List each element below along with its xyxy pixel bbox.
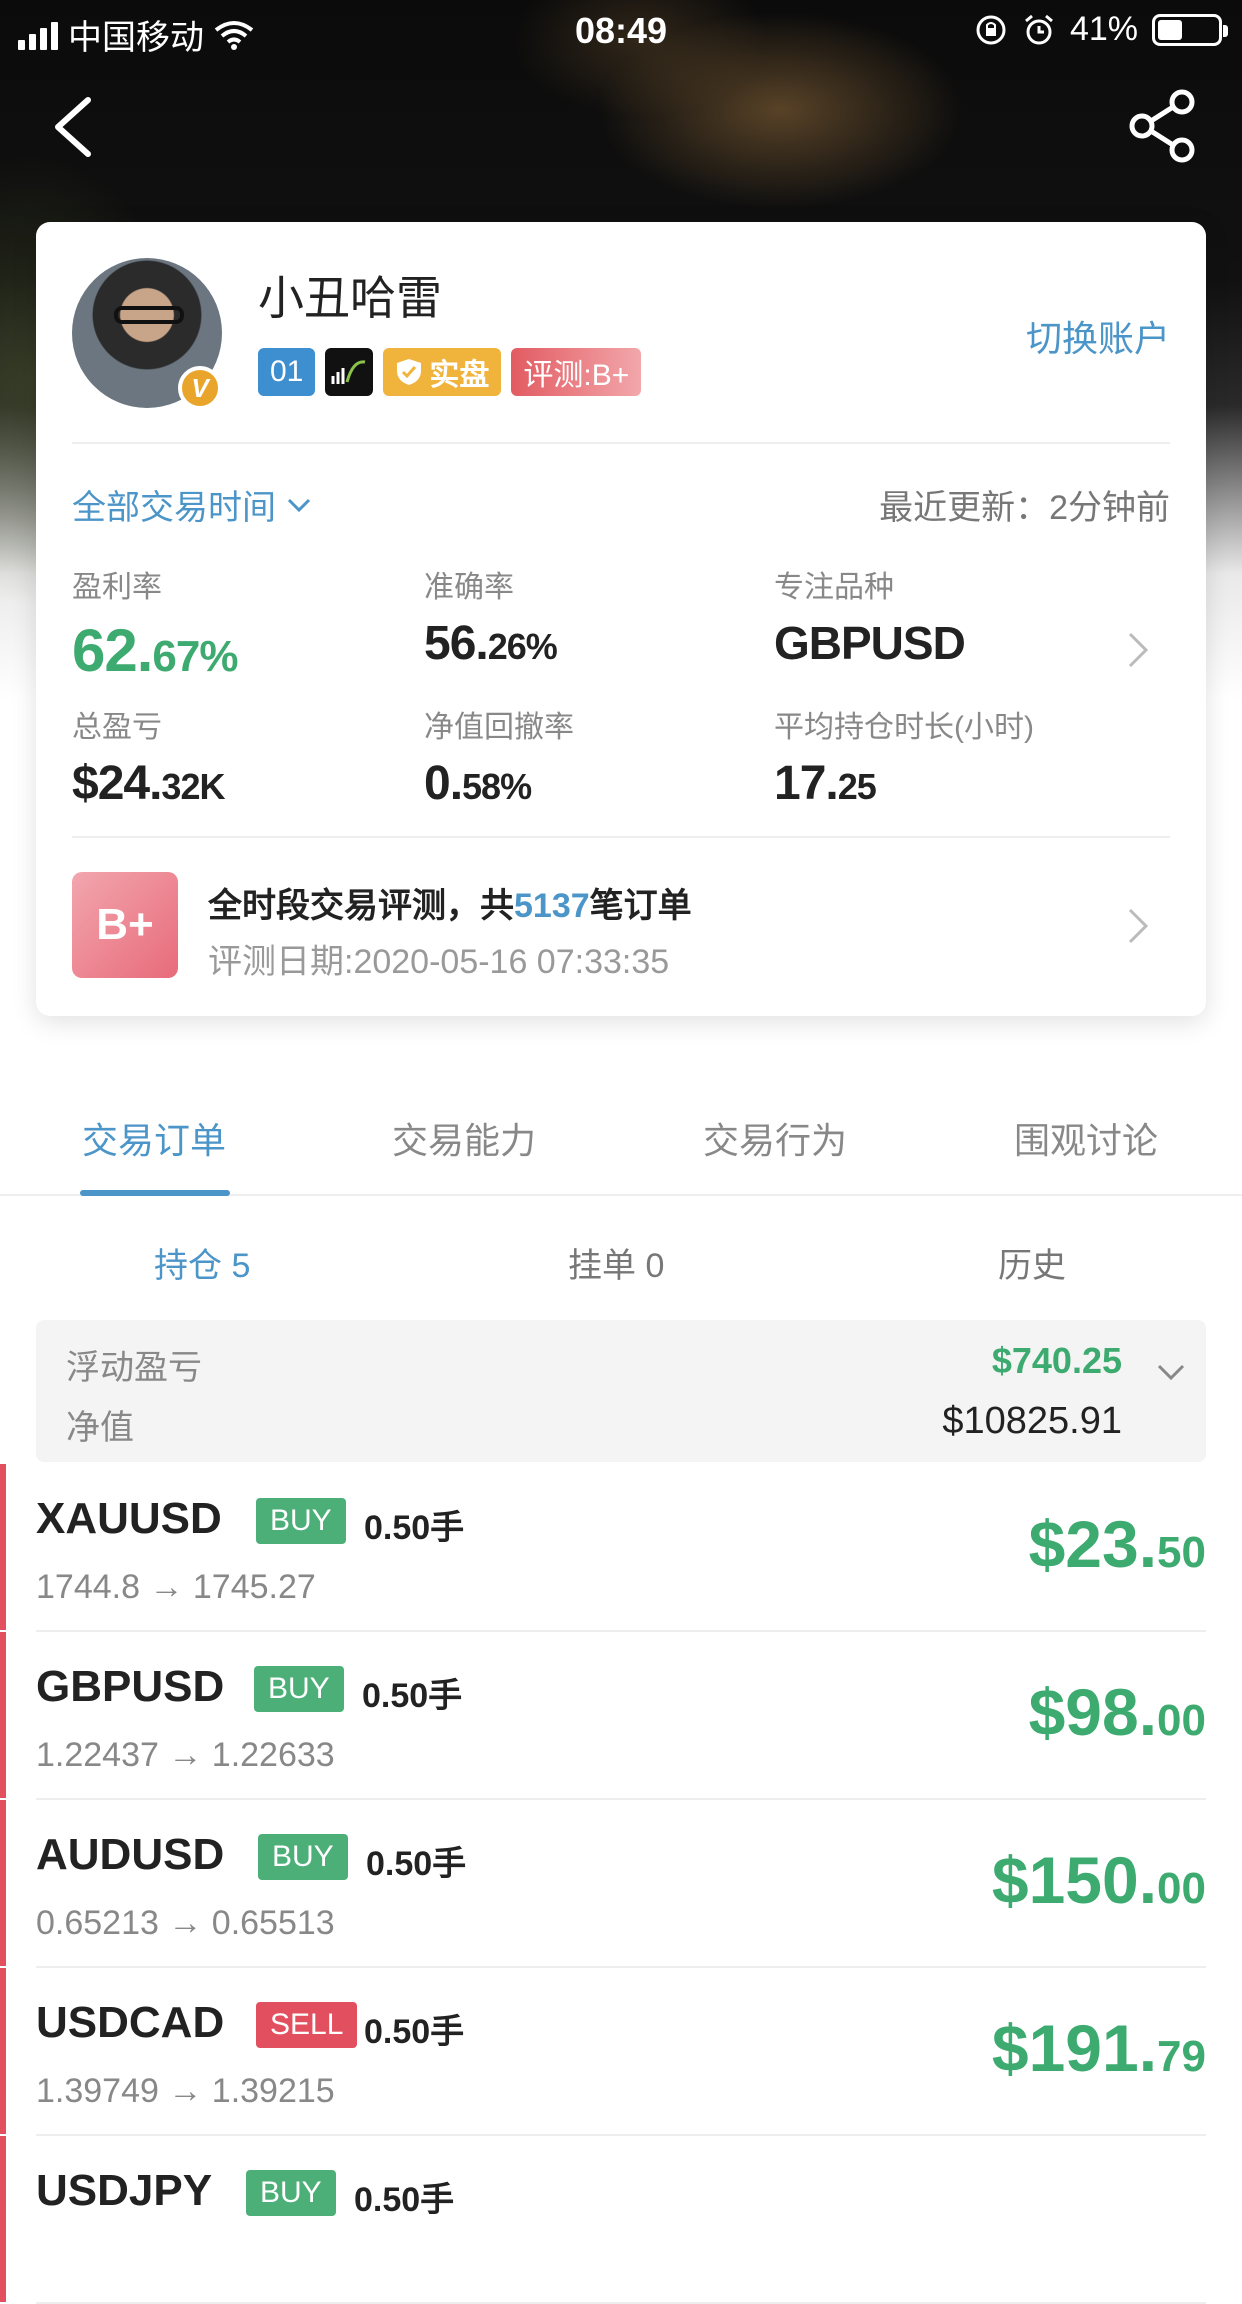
divider xyxy=(72,836,1170,838)
real-account-badge: 实盘 xyxy=(383,348,502,396)
subtab-positions[interactable]: 持仓 5 xyxy=(154,1238,250,1287)
tab-behavior[interactable]: 交易行为 xyxy=(703,1112,847,1164)
position-row[interactable]: XAUUSD BUY 0.50手 1744.8 → 1745.27 $23.50 xyxy=(0,1464,1242,1632)
back-arrow-icon[interactable] xyxy=(44,92,104,162)
evaluation-date: 评测日期:2020-05-16 07:33:35 xyxy=(208,943,670,981)
divider xyxy=(72,442,1170,444)
tab-orders[interactable]: 交易订单 xyxy=(82,1112,226,1164)
active-tab-indicator xyxy=(80,1190,230,1196)
stat-drawdown: 净值回撤率 0.58% xyxy=(424,711,574,810)
position-symbol: XAUUSD xyxy=(36,1494,222,1543)
subtab-pending[interactable]: 挂单 0 xyxy=(568,1238,664,1287)
side-badge: BUY xyxy=(256,1498,346,1544)
position-prices: 0.65213 → 0.65513 xyxy=(36,1904,335,1942)
position-prices: 1.39749 → 1.39215 xyxy=(36,2072,335,2110)
profile-card: V 小丑哈雷 01 实盘 评测:B+ 切换账户 全部交易时间 最近更新：2分钟前… xyxy=(36,222,1206,1016)
stat-accuracy: 准确率 56.26% xyxy=(424,571,558,670)
last-updated: 最近更新：2分钟前 xyxy=(879,489,1170,527)
rank-badge: 01 xyxy=(258,348,316,396)
broker-logo-icon xyxy=(325,348,374,396)
period-filter[interactable]: 全部交易时间 xyxy=(72,480,312,529)
side-badge: SELL xyxy=(256,2002,358,2048)
user-name: 小丑哈雷 xyxy=(258,272,442,324)
stat-total-pnl: 总盈亏 $24.32K xyxy=(72,711,225,810)
evaluation-row[interactable]: B+ 全时段交易评测，共5137笔订单 评测日期:2020-05-16 07:3… xyxy=(72,872,1170,982)
main-tabs: 交易订单 交易能力 交易行为 围观讨论 xyxy=(0,1098,1242,1196)
position-symbol: USDCAD xyxy=(36,1998,225,2047)
sub-tabs: 持仓 5 挂单 0 历史 xyxy=(0,1230,1242,1290)
position-lots: 0.50手 xyxy=(362,1677,463,1715)
badge-row: 01 实盘 评测:B+ xyxy=(258,348,642,396)
subtab-history[interactable]: 历史 xyxy=(998,1238,1066,1287)
pnl-summary[interactable]: 浮动盈亏 $740.25 净值 $10825.91 xyxy=(36,1320,1206,1462)
position-pnl: $98.00 xyxy=(1028,1675,1206,1749)
alarm-icon xyxy=(1024,14,1053,44)
position-row[interactable]: USDCAD SELL 0.50手 1.39749 → 1.39215 $191… xyxy=(0,1968,1242,2136)
side-badge: BUY xyxy=(254,1666,344,1712)
status-bar: 中国移动 08:49 41% xyxy=(0,0,1242,60)
stat-avg-hold: 平均持仓时长(小时) 17.25 xyxy=(774,711,1034,810)
stat-profit-rate: 盈利率 62.67% xyxy=(72,571,239,684)
verified-icon: V xyxy=(178,366,222,410)
share-icon[interactable] xyxy=(1126,88,1202,164)
grade-icon: B+ xyxy=(72,872,178,978)
tab-ability[interactable]: 交易能力 xyxy=(392,1112,536,1164)
position-prices: 1744.8 → 1745.27 xyxy=(36,1568,316,1606)
position-row[interactable]: GBPUSD BUY 0.50手 1.22437 → 1.22633 $98.0… xyxy=(0,1632,1242,1800)
position-symbol: AUDUSD xyxy=(36,1830,225,1879)
chevron-right-icon[interactable] xyxy=(1126,630,1150,670)
side-badge: BUY xyxy=(246,2170,336,2216)
equity-label: 净值 xyxy=(66,1409,134,1447)
position-symbol: USDJPY xyxy=(36,2166,213,2215)
chevron-down-icon xyxy=(287,498,311,512)
chevron-right-icon xyxy=(1128,908,1149,944)
position-row[interactable]: USDJPY BUY 0.50手 xyxy=(0,2136,1242,2304)
position-lots: 0.50手 xyxy=(366,1845,467,1883)
rotation-lock-icon xyxy=(976,15,1006,44)
side-badge: BUY xyxy=(258,1834,348,1880)
tab-discussion[interactable]: 围观讨论 xyxy=(1014,1112,1158,1164)
battery-percent: 41% xyxy=(1069,10,1138,48)
position-row[interactable]: AUDUSD BUY 0.50手 0.65213 → 0.65513 $150.… xyxy=(0,1800,1242,1968)
evaluation-badge: 评测:B+ xyxy=(511,348,642,396)
position-pnl: $191.79 xyxy=(991,2011,1206,2085)
shield-check-icon xyxy=(397,359,422,385)
switch-account-link[interactable]: 切换账户 xyxy=(1026,310,1170,362)
stat-focus-symbol[interactable]: 专注品种 GBPUSD xyxy=(774,562,966,670)
battery-icon xyxy=(1152,13,1228,46)
floating-pnl-value: $740.25 xyxy=(991,1340,1122,1381)
position-pnl: $150.00 xyxy=(991,1843,1206,1917)
chevron-down-icon[interactable] xyxy=(1154,1360,1188,1384)
floating-pnl-label: 浮动盈亏 xyxy=(66,1349,202,1387)
positions-list: XAUUSD BUY 0.50手 1744.8 → 1745.27 $23.50… xyxy=(0,1464,1242,2304)
position-lots: 0.50手 xyxy=(354,2181,455,2219)
order-count: 5137 xyxy=(514,887,590,925)
position-prices: 1.22437 → 1.22633 xyxy=(36,1736,335,1774)
evaluation-title: 全时段交易评测，共5137笔订单 xyxy=(208,887,692,925)
position-lots: 0.50手 xyxy=(364,1509,465,1547)
avatar[interactable]: V xyxy=(72,258,222,410)
position-lots: 0.50手 xyxy=(364,2013,465,2051)
position-pnl: $23.50 xyxy=(1028,1507,1206,1581)
equity-value: $10825.91 xyxy=(942,1400,1122,1442)
position-symbol: GBPUSD xyxy=(36,1662,225,1711)
